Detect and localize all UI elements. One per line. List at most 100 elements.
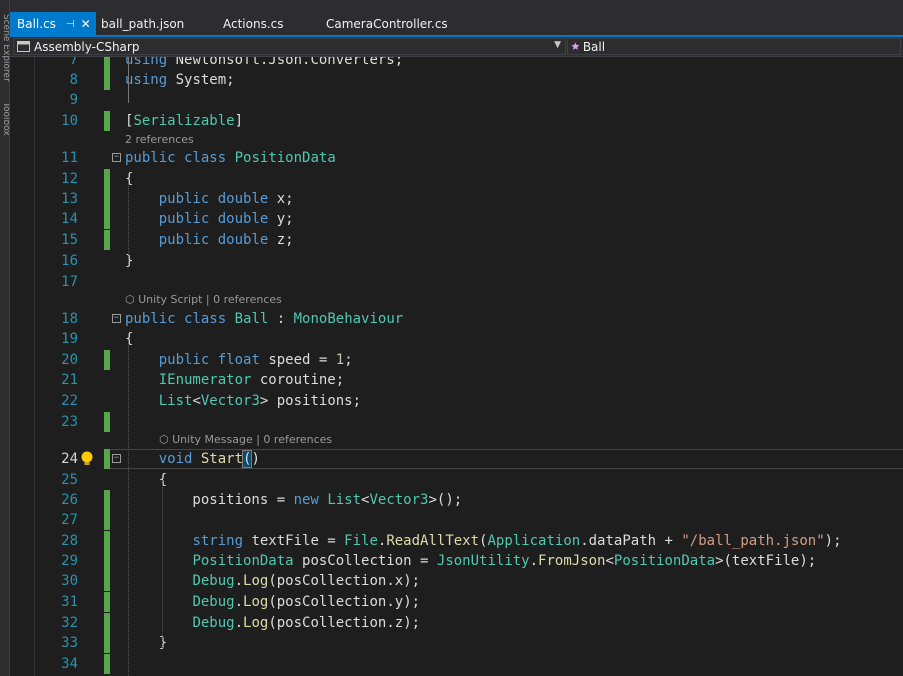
code-text[interactable]: void Start() — [125, 449, 260, 469]
code-line[interactable]: 33 } — [10, 633, 903, 653]
collapse-toggle-icon[interactable]: − — [112, 454, 121, 463]
code-line[interactable]: 31 Debug.Log(posCollection.y); — [10, 592, 903, 612]
code-line[interactable]: 19 { — [10, 329, 903, 349]
code-token: { — [125, 171, 134, 187]
code-text[interactable]: PositionData posCollection = JsonUtility… — [125, 551, 816, 571]
code-token: public — [158, 232, 210, 248]
code-text[interactable]: string textFile = File.ReadAllText(Appli… — [125, 531, 842, 551]
tab-actions-cs[interactable]: Actions.cs — [223, 12, 284, 36]
unity-icon: ⬡ — [159, 433, 173, 446]
code-text[interactable]: positions = new List<Vector3>(); — [125, 490, 462, 510]
chevron-down-icon[interactable]: ▼ — [554, 40, 561, 50]
code-line[interactable]: 16} — [10, 251, 903, 271]
code-token: ); — [824, 533, 842, 549]
tab-label: CameraController.cs — [326, 17, 448, 31]
code-token: positions = — [125, 492, 294, 508]
codelens-unity-script[interactable]: ⬡ Unity Script | 0 references — [125, 293, 282, 307]
code-text[interactable]: } — [125, 251, 133, 271]
code-text[interactable]: public float speed = 1; — [125, 350, 353, 370]
code-line[interactable]: 30 Debug.Log(posCollection.x); — [10, 571, 903, 591]
line-number: 12 — [61, 171, 78, 187]
tab-ball-cs[interactable]: Ball.cs ⊣ ✕ — [10, 12, 96, 36]
code-line[interactable]: 32 Debug.Log(posCollection.z); — [10, 613, 903, 633]
line-number: 29 — [61, 553, 78, 569]
tab-ball-path-json[interactable]: ball_path.json — [101, 12, 184, 36]
code-text[interactable]: public double z; — [125, 230, 294, 250]
side-item-toolbox[interactable]: Toolbox — [0, 102, 9, 136]
code-text[interactable]: Debug.Log(posCollection.z); — [125, 613, 420, 633]
code-line[interactable]: 15 public double z; — [10, 230, 903, 250]
code-line[interactable]: 12 { — [10, 169, 903, 189]
code-token: IEnumerator — [158, 372, 252, 388]
code-line[interactable]: 10 [Serializable] — [10, 111, 903, 131]
code-text[interactable]: { — [125, 470, 167, 490]
project-name: Assembly-CSharp — [34, 39, 140, 54]
code-token: public — [125, 311, 176, 327]
code-text[interactable]: public class PositionData — [125, 148, 336, 168]
code-text[interactable]: public double y; — [125, 209, 294, 229]
code-line[interactable]: 27 — [10, 510, 903, 530]
code-token: > positions; — [259, 393, 362, 409]
code-line[interactable]: 29 PositionData posCollection = JsonUtil… — [10, 551, 903, 571]
codelens-references[interactable]: 2 references — [125, 133, 194, 147]
type-dropdown[interactable]: 🟊 Ball — [567, 38, 901, 55]
code-line[interactable]: 11 − public class PositionData — [10, 148, 903, 168]
code-line[interactable]: 14 public double y; — [10, 209, 903, 229]
collapse-toggle-icon[interactable]: − — [112, 314, 121, 323]
codelens-unity-message[interactable]: ⬡ Unity Message | 0 references — [159, 433, 332, 447]
line-number: 18 — [61, 311, 78, 327]
code-text[interactable]: using Newtonsoft.Json.Converters; — [125, 57, 403, 70]
code-token: double — [217, 232, 269, 248]
code-text[interactable]: using System; — [125, 70, 235, 90]
code-line[interactable]: 8 using System; — [10, 70, 903, 90]
code-line[interactable]: 26 positions = new List<Vector3>(); — [10, 490, 903, 510]
line-number: 24 — [61, 451, 78, 467]
tab-cameracontroller-cs[interactable]: CameraController.cs — [326, 12, 448, 36]
pin-icon[interactable]: ⊣ — [66, 19, 75, 30]
side-item-scene-explorer[interactable]: Scene Explorer — [0, 14, 9, 82]
code-text[interactable]: Debug.Log(posCollection.y); — [125, 592, 420, 612]
code-line[interactable]: 18 − public class Ball : MonoBehaviour — [10, 309, 903, 329]
code-line[interactable]: 13 public double x; — [10, 189, 903, 209]
code-token: public — [158, 191, 210, 207]
change-marker — [104, 57, 110, 70]
code-text[interactable]: Debug.Log(posCollection.x); — [125, 571, 420, 591]
collapse-toggle-icon[interactable]: − — [112, 153, 121, 162]
code-token: >(); — [428, 492, 463, 508]
code-line[interactable]: 22 List<Vector3> positions; — [10, 391, 903, 411]
code-text[interactable]: public class Ball : MonoBehaviour — [125, 309, 403, 329]
code-line[interactable]: 17 — [10, 272, 903, 292]
line-number: 10 — [61, 113, 78, 129]
code-line[interactable]: 23 — [10, 412, 903, 432]
change-marker — [104, 189, 110, 209]
code-line[interactable]: 20 public float speed = 1; — [10, 350, 903, 370]
project-dropdown[interactable]: Assembly-CSharp ▼ — [13, 38, 566, 55]
code-line[interactable]: 24 − void Start() — [10, 449, 903, 469]
code-text[interactable]: { — [125, 169, 133, 189]
code-text[interactable]: List<Vector3> positions; — [125, 391, 361, 411]
code-token: public — [125, 150, 176, 166]
close-icon[interactable]: ✕ — [81, 17, 91, 31]
code-text[interactable]: } — [125, 633, 167, 653]
code-line[interactable]: 7 using Newtonsoft.Json.Converters; — [10, 57, 903, 70]
code-token: ) — [251, 451, 260, 467]
code-line[interactable]: 28 string textFile = File.ReadAllText(Ap… — [10, 531, 903, 551]
code-text[interactable]: [Serializable] — [125, 111, 243, 131]
code-line[interactable]: 25 { — [10, 470, 903, 490]
code-token: . — [234, 573, 244, 589]
code-editor[interactable]: 7 using Newtonsoft.Json.Converters; 8 using… — [10, 57, 903, 676]
code-token: string — [192, 533, 244, 549]
code-line[interactable]: 34 — [10, 654, 903, 674]
lightbulb-icon[interactable] — [80, 451, 94, 467]
change-marker — [104, 531, 110, 551]
code-line[interactable]: 21 IEnumerator coroutine; — [10, 370, 903, 390]
code-text[interactable]: { — [125, 329, 133, 349]
code-line[interactable]: 9 — [10, 90, 903, 110]
code-text[interactable]: public double x; — [125, 189, 294, 209]
code-text[interactable]: IEnumerator coroutine; — [125, 370, 344, 390]
